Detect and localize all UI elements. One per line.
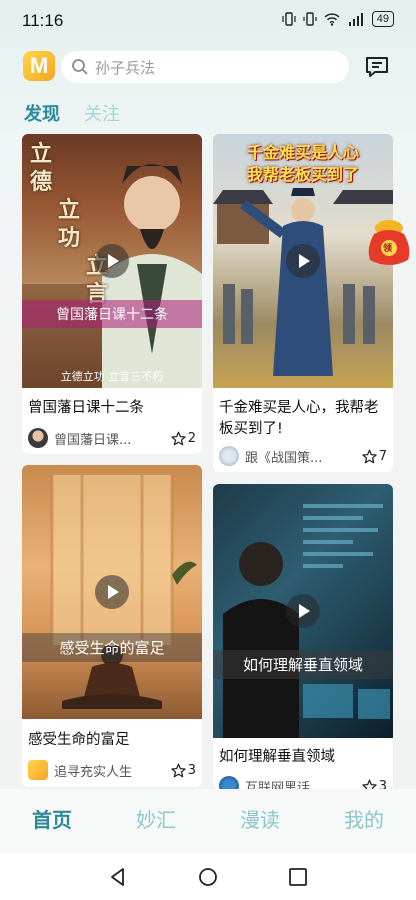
favorite-count[interactable]: 3 (362, 778, 387, 790)
author-avatar[interactable] (28, 760, 48, 780)
wifi-icon (324, 12, 340, 26)
card-meta: 互联网黑话 3 (219, 776, 387, 789)
author-avatar[interactable] (219, 776, 239, 789)
feed-card[interactable]: 如何理解垂直领域 如何理解垂直领域 互联网黑话 3 (213, 484, 393, 789)
favorite-count[interactable]: 7 (362, 449, 387, 464)
favorite-count[interactable]: 2 (171, 431, 196, 446)
play-button[interactable] (95, 244, 129, 278)
likes-value: 3 (187, 762, 196, 778)
search-icon (72, 59, 88, 75)
video-caption: 立德立功 立言三不朽 (60, 370, 164, 383)
play-button[interactable] (95, 575, 129, 609)
star-icon (171, 431, 186, 445)
nav-me[interactable]: 我的 (312, 789, 416, 853)
card-title: 千金难买是人心，我帮老板买到了! (219, 400, 379, 437)
favorite-count[interactable]: 3 (171, 763, 196, 778)
status-bar: 11:16 49 (0, 0, 416, 40)
author-name[interactable]: 曾国藩日课... (54, 429, 171, 448)
vibrate-icon (282, 12, 296, 26)
star-icon (362, 779, 377, 789)
video-thumbnail[interactable]: 感受生命的富足 (22, 465, 202, 719)
tab-discover[interactable]: 发现 (24, 100, 60, 126)
vertical-calligraphy: 立德 立功 立言 (30, 141, 109, 307)
card-meta: 跟《战国策... 7 (219, 446, 387, 466)
lucky-bag-badge: 领 (383, 244, 393, 254)
author-name[interactable]: 互联网黑话 (245, 777, 362, 790)
feed-card[interactable]: 立德 立功 立言 曾国藩日课十二条 立德立功 立言三不朽 曾国藩日课十二条 曾国… (22, 134, 202, 454)
card-title: 如何理解垂直领域 (219, 749, 335, 765)
star-icon (362, 449, 377, 463)
author-name[interactable]: 追寻充实人生 (54, 761, 171, 780)
home-icon[interactable] (198, 867, 218, 887)
message-icon[interactable] (363, 53, 391, 81)
tab-following[interactable]: 关注 (84, 100, 120, 126)
bottom-nav: 首页 妙汇 漫读 我的 (0, 789, 416, 853)
nav-miaohui[interactable]: 妙汇 (104, 789, 208, 853)
play-button[interactable] (286, 594, 320, 628)
status-time: 11:16 (22, 11, 64, 30)
status-icons: 49 (282, 11, 394, 27)
headline-art: 千金难买是人心 我帮老板买到了 (246, 143, 359, 184)
feed-card[interactable]: 千金难买是人心 我帮老板买到了 千金难买是人心，我帮老板买到了! 跟《战国策...… (213, 134, 393, 472)
card-title: 感受生命的富足 (28, 732, 130, 748)
card-meta: 曾国藩日课... 2 (28, 428, 196, 448)
play-button[interactable] (286, 244, 320, 278)
battery-indicator: 49 (371, 11, 394, 27)
system-nav-bar (0, 853, 416, 900)
card-title: 曾国藩日课十二条 (28, 400, 144, 416)
signal-icon (348, 12, 363, 26)
back-icon[interactable] (108, 867, 128, 887)
search-placeholder: 孙子兵法 (95, 58, 156, 77)
nav-home[interactable]: 首页 (0, 789, 104, 853)
author-name[interactable]: 跟《战国策... (245, 447, 362, 466)
feed-card[interactable]: 感受生命的富足 感受生命的富足 追寻充实人生 3 (22, 465, 202, 787)
recents-icon[interactable] (288, 867, 308, 887)
star-icon (171, 763, 186, 777)
video-thumbnail[interactable]: 立德 立功 立言 曾国藩日课十二条 立德立功 立言三不朽 (22, 134, 202, 388)
author-avatar[interactable] (28, 428, 48, 448)
likes-value: 3 (378, 778, 387, 790)
card-meta: 追寻充实人生 3 (28, 760, 196, 780)
likes-value: 7 (378, 448, 387, 464)
overlay-title: 感受生命的富足 (22, 633, 202, 662)
search-bar[interactable]: 孙子兵法 (61, 51, 349, 83)
nav-mandu[interactable]: 漫读 (208, 789, 312, 853)
video-thumbnail[interactable]: 如何理解垂直领域 (213, 484, 393, 738)
overlay-title: 曾国藩日课十二条 (22, 300, 202, 328)
author-avatar[interactable] (219, 446, 239, 466)
vibration-icon (303, 12, 317, 26)
app-logo[interactable]: M (23, 51, 55, 81)
likes-value: 2 (187, 430, 196, 446)
overlay-title: 如何理解垂直领域 (213, 650, 393, 679)
feed-tabs: 发现 关注 (24, 100, 120, 126)
